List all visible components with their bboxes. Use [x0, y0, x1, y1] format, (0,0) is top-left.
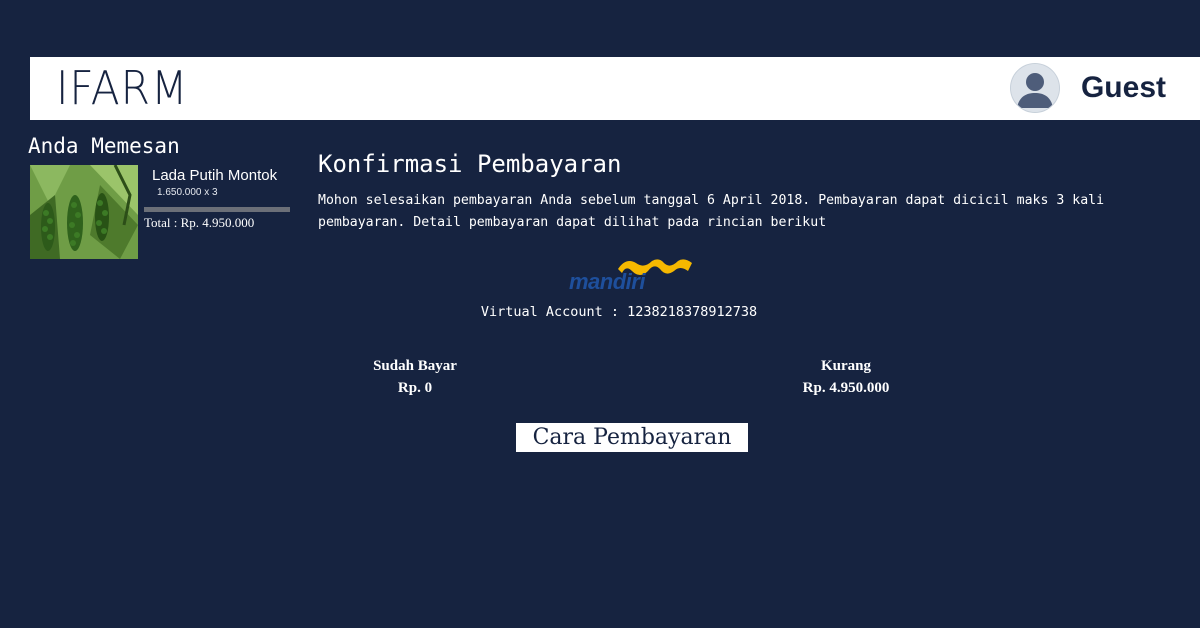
user-name[interactable]: Guest — [1081, 71, 1166, 105]
payment-instructions: Mohon selesaikan pembayaran Anda sebelum… — [318, 193, 1105, 230]
product-image — [30, 165, 138, 259]
bank-logo: mandiri — [566, 255, 698, 297]
order-total: Total : Rp. 4.950.000 — [144, 215, 255, 230]
paid-status: Sudah Bayar Rp. 0 — [315, 355, 515, 399]
top-bar: IFARM Guest — [30, 57, 1200, 120]
page-title: Konfirmasi Pembayaran — [318, 150, 622, 178]
paid-label: Sudah Bayar — [373, 358, 457, 374]
bank-name: mandiri — [569, 269, 645, 294]
virtual-account-number: Virtual Account : 1238218378912738 — [480, 304, 758, 320]
remaining-label: Kurang — [820, 358, 871, 374]
order-summary-title: Anda Memesan — [28, 134, 180, 158]
product-name: Lada Putih Montok — [152, 167, 278, 184]
avatar-icon[interactable] — [1010, 64, 1059, 112]
remaining-amount: Rp. 4.950.000 — [802, 380, 890, 396]
paid-amount: Rp. 0 — [397, 380, 433, 396]
remaining-status: Kurang Rp. 4.950.000 — [746, 355, 946, 399]
product-quantity: 1.650.000 x 3 — [157, 187, 218, 198]
app-logo[interactable]: IFARM — [56, 61, 188, 115]
user-menu[interactable]: Guest — [1010, 63, 1166, 113]
payment-method-button[interactable]: Cara Pembayaran — [516, 423, 748, 452]
divider — [144, 207, 290, 212]
